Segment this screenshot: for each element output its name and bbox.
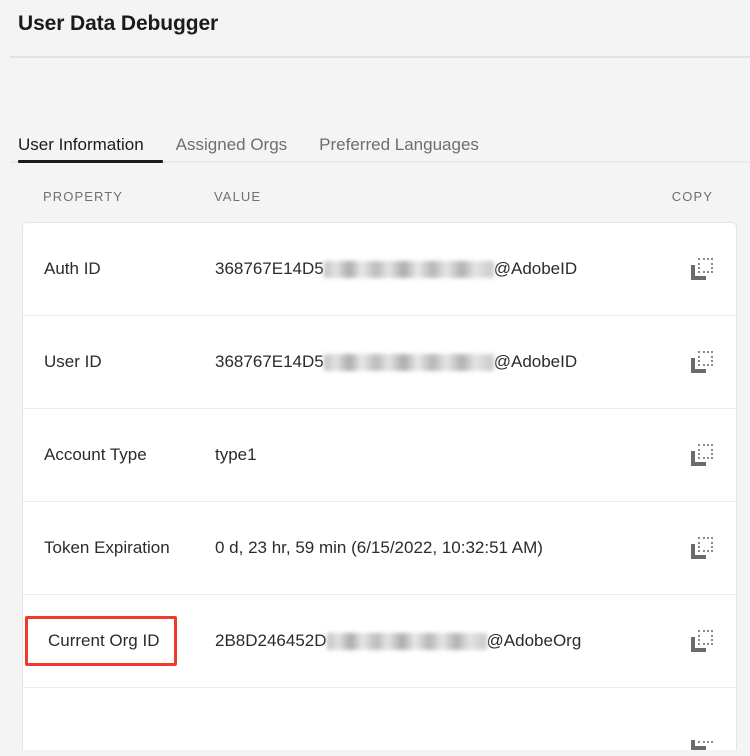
- value-prefix: type1: [215, 445, 257, 464]
- column-header-copy: COPY: [671, 188, 713, 204]
- table-body: Auth ID 368767E14D5 @AdobeID User ID 3687…: [22, 222, 737, 750]
- copy-icon-front-page: [698, 630, 713, 645]
- copy-icon-front-page: [698, 537, 713, 552]
- copy-cell: [640, 351, 736, 373]
- copy-icon[interactable]: [691, 537, 713, 559]
- column-header-value: VALUE: [214, 188, 262, 204]
- copy-cell: [640, 258, 736, 280]
- property-label: Auth ID: [44, 259, 101, 278]
- tab-list: User Information Assigned Orgs Preferred…: [10, 58, 750, 170]
- table-row: Current Org ID 2B8D246452D @AdobeOrg: [23, 595, 736, 688]
- property-value: 368767E14D5 @AdobeID: [215, 258, 640, 280]
- copy-icon-front-page: [698, 351, 713, 366]
- value-suffix: @AdobeID: [493, 259, 578, 278]
- property-value: 2B8D246452D @AdobeOrg: [215, 630, 640, 652]
- property-label: Account Type: [44, 445, 147, 464]
- property-label-cell: Current Org ID: [23, 616, 215, 666]
- active-tab-indicator: [18, 160, 163, 163]
- copy-icon[interactable]: [691, 258, 713, 280]
- copy-cell: [640, 444, 736, 466]
- tab-bar: User Information Assigned Orgs Preferred…: [10, 58, 750, 170]
- copy-icon-front-page: [698, 258, 713, 273]
- value-suffix: @AdobeID: [493, 352, 578, 371]
- column-header-property: PROPERTY: [43, 188, 124, 204]
- copy-icon-front-page: [698, 740, 713, 743]
- copy-cell: [640, 740, 736, 750]
- copy-icon[interactable]: [691, 630, 713, 652]
- copy-icon[interactable]: [691, 444, 713, 466]
- value-suffix: @AdobeOrg: [486, 631, 582, 650]
- redacted-block: [323, 353, 494, 371]
- property-label: User ID: [44, 352, 102, 371]
- highlight-annotation-current-org-id: Current Org ID: [25, 616, 178, 666]
- value-prefix: 368767E14D5: [215, 352, 324, 371]
- page-header: User Data Debugger: [0, 0, 750, 56]
- tab-preferred-languages[interactable]: Preferred Languages: [319, 134, 503, 156]
- table-row: User ID 368767E14D5 @AdobeID: [23, 316, 736, 409]
- user-information-table: PROPERTY VALUE COPY Auth ID 368767E14D5 @…: [22, 170, 737, 750]
- redacted-block: [326, 632, 487, 650]
- property-value: 368767E14D5 @AdobeID: [215, 351, 640, 373]
- copy-icon-front-page: [698, 444, 713, 459]
- table-row: Account Type type1: [23, 409, 736, 502]
- page-title: User Data Debugger: [18, 12, 219, 35]
- redacted-block: [323, 260, 494, 278]
- table-row: Token Expiration 0 d, 23 hr, 59 min (6/1…: [23, 502, 736, 595]
- copy-icon[interactable]: [691, 351, 713, 373]
- tab-assigned-orgs[interactable]: Assigned Orgs: [176, 134, 312, 156]
- copy-icon[interactable]: [691, 740, 713, 750]
- tab-user-information[interactable]: User Information: [18, 134, 168, 156]
- table-header-row: PROPERTY VALUE COPY: [22, 170, 737, 222]
- table-row: Auth ID 368767E14D5 @AdobeID: [23, 223, 736, 316]
- copy-cell: [640, 630, 736, 652]
- value-prefix: 368767E14D5: [215, 259, 324, 278]
- property-value: type1: [215, 444, 640, 466]
- property-label: Token Expiration: [44, 538, 170, 557]
- table-row: [23, 688, 736, 750]
- value-prefix: 0 d, 23 hr, 59 min (6/15/2022, 10:32:51 …: [215, 538, 543, 557]
- copy-cell: [640, 537, 736, 559]
- value-prefix: 2B8D246452D: [215, 631, 327, 650]
- property-value: 0 d, 23 hr, 59 min (6/15/2022, 10:32:51 …: [215, 537, 640, 559]
